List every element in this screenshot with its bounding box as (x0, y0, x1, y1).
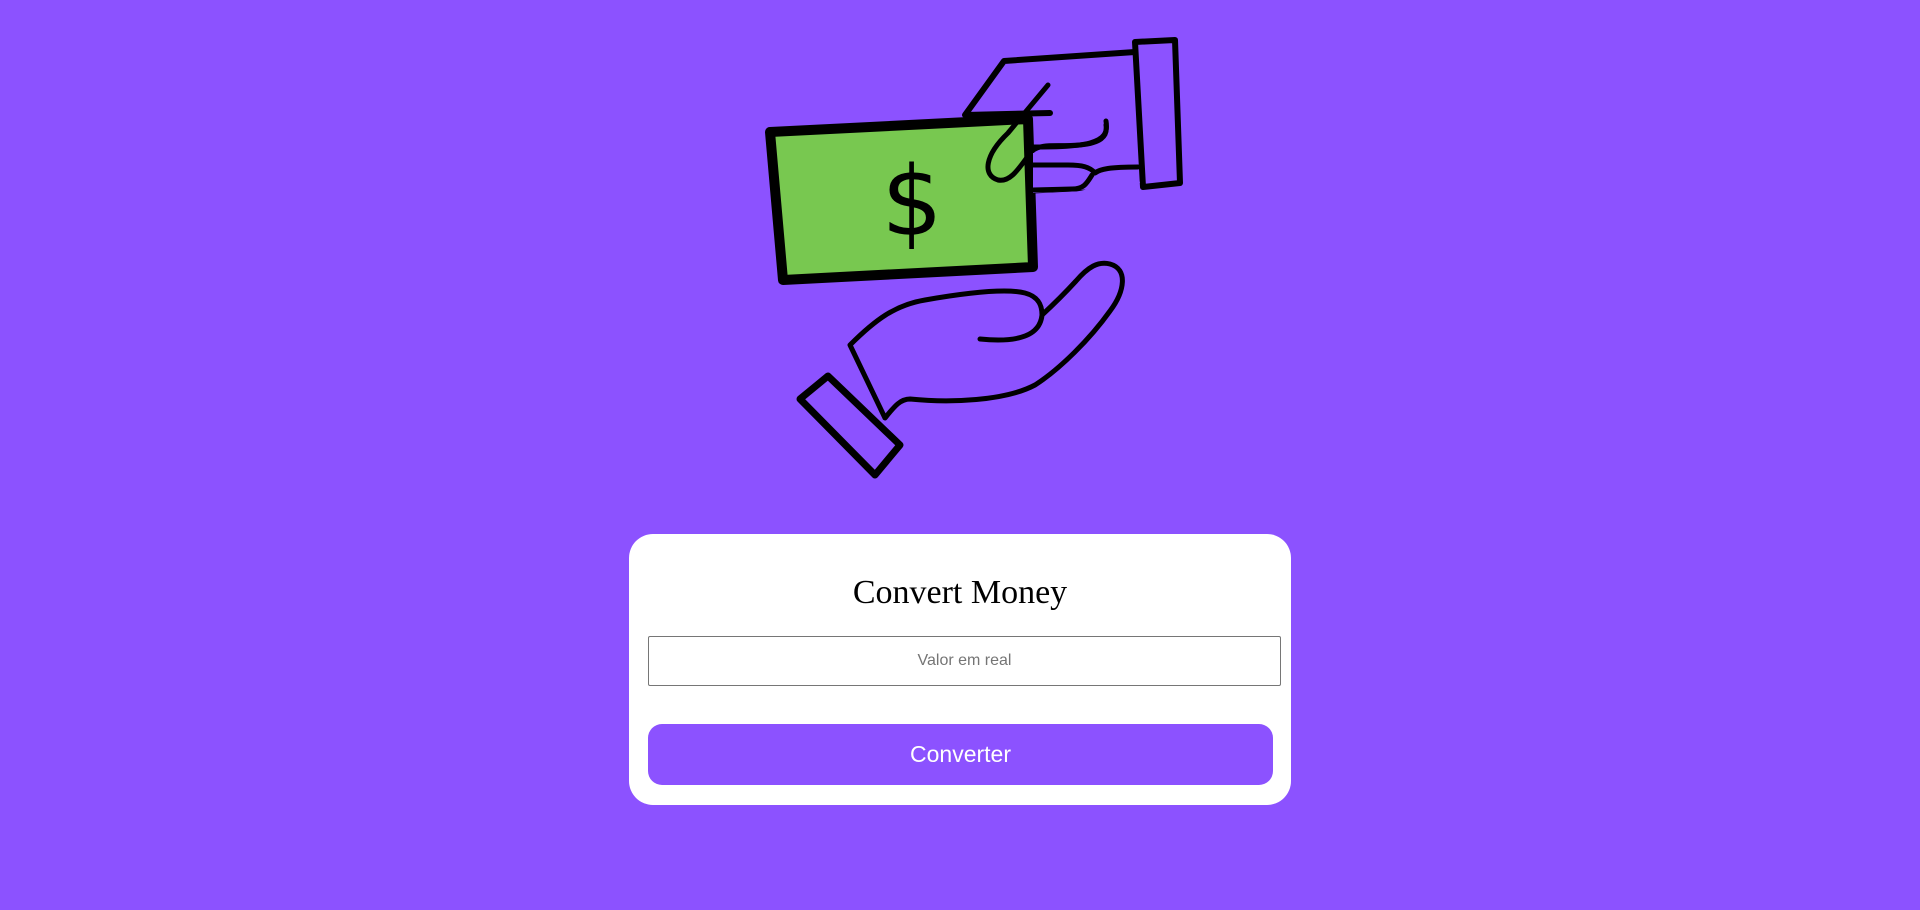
page: $ Convert Money Converter (0, 0, 1920, 910)
hand-giving-money-icon: $ (765, 37, 1183, 479)
converter-card: Convert Money Converter (629, 534, 1291, 805)
amount-input[interactable] (648, 636, 1281, 686)
convert-button[interactable]: Converter (648, 724, 1273, 785)
upper-hand-cuff (1132, 37, 1183, 190)
bill-dollar-sign: $ (881, 146, 942, 258)
card-title: Convert Money (852, 574, 1068, 611)
